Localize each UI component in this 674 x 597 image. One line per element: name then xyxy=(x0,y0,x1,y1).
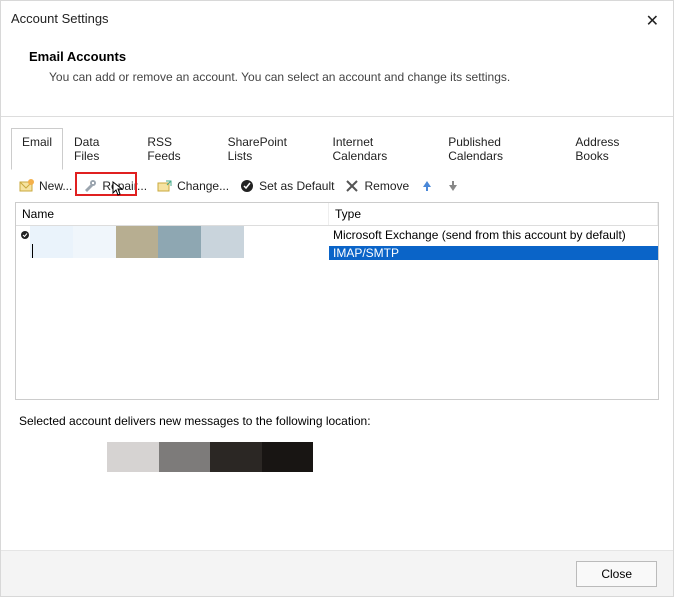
column-type[interactable]: Type xyxy=(329,203,658,225)
tab-sharepoint-lists[interactable]: SharePoint Lists xyxy=(217,128,322,170)
arrow-up-icon xyxy=(419,178,435,194)
header-heading: Email Accounts xyxy=(29,49,645,64)
tab-internet-calendars[interactable]: Internet Calendars xyxy=(322,128,438,170)
redaction-block xyxy=(210,442,262,472)
mail-new-icon xyxy=(19,178,35,194)
redaction-block xyxy=(159,442,211,472)
account-row[interactable]: IMAP/SMTP xyxy=(16,244,658,262)
close-icon[interactable]: ✕ xyxy=(646,11,659,31)
new-button[interactable]: New... xyxy=(15,176,76,196)
tab-published-calendars[interactable]: Published Calendars xyxy=(437,128,564,170)
change-button[interactable]: Change... xyxy=(153,176,233,196)
tab-data-files[interactable]: Data Files xyxy=(63,128,136,170)
arrow-down-icon xyxy=(445,178,461,194)
repair-button[interactable]: Repair... xyxy=(78,176,151,196)
delivery-location-label: Selected account delivers new messages t… xyxy=(11,400,663,434)
tabstrip: Email Data Files RSS Feeds SharePoint Li… xyxy=(11,127,663,170)
text-caret-icon xyxy=(32,244,33,258)
move-up-button[interactable] xyxy=(415,176,439,196)
new-label: New... xyxy=(39,179,72,193)
redaction-block xyxy=(107,442,159,472)
remove-button[interactable]: Remove xyxy=(340,176,413,196)
tab-email[interactable]: Email xyxy=(11,128,63,170)
account-settings-dialog: Account Settings ✕ Email Accounts You ca… xyxy=(0,0,674,597)
move-down-button[interactable] xyxy=(441,176,465,196)
account-name-cell xyxy=(30,226,329,244)
set-default-label: Set as Default xyxy=(259,179,334,193)
account-name-cell xyxy=(30,244,329,262)
account-row[interactable]: Microsoft Exchange (send from this accou… xyxy=(16,226,658,244)
check-circle-icon xyxy=(239,178,255,194)
tab-address-books[interactable]: Address Books xyxy=(564,128,663,170)
default-account-icon xyxy=(16,230,30,240)
remove-label: Remove xyxy=(364,179,409,193)
header-subtext: You can add or remove an account. You ca… xyxy=(29,70,645,84)
repair-label: Repair... xyxy=(102,179,147,193)
dialog-header: Email Accounts You can add or remove an … xyxy=(1,35,673,104)
dialog-footer: Close xyxy=(1,550,673,596)
column-name[interactable]: Name xyxy=(16,203,329,225)
toolbar: New... Repair... Change... Set as Defaul… xyxy=(11,170,663,202)
titlebar: Account Settings ✕ xyxy=(1,1,673,35)
column-headers: Name Type xyxy=(16,203,658,226)
account-list: Name Type xyxy=(15,202,659,400)
tab-rss-feeds[interactable]: RSS Feeds xyxy=(136,128,216,170)
change-label: Change... xyxy=(177,179,229,193)
redaction-block xyxy=(262,442,314,472)
remove-icon xyxy=(344,178,360,194)
redacted-location xyxy=(107,442,313,472)
account-type-cell: Microsoft Exchange (send from this accou… xyxy=(329,228,658,242)
repair-icon xyxy=(82,178,98,194)
account-type-cell: IMAP/SMTP xyxy=(329,246,658,260)
window-title: Account Settings xyxy=(11,11,109,26)
change-icon xyxy=(157,178,173,194)
set-default-button[interactable]: Set as Default xyxy=(235,176,338,196)
close-button[interactable]: Close xyxy=(576,561,657,587)
